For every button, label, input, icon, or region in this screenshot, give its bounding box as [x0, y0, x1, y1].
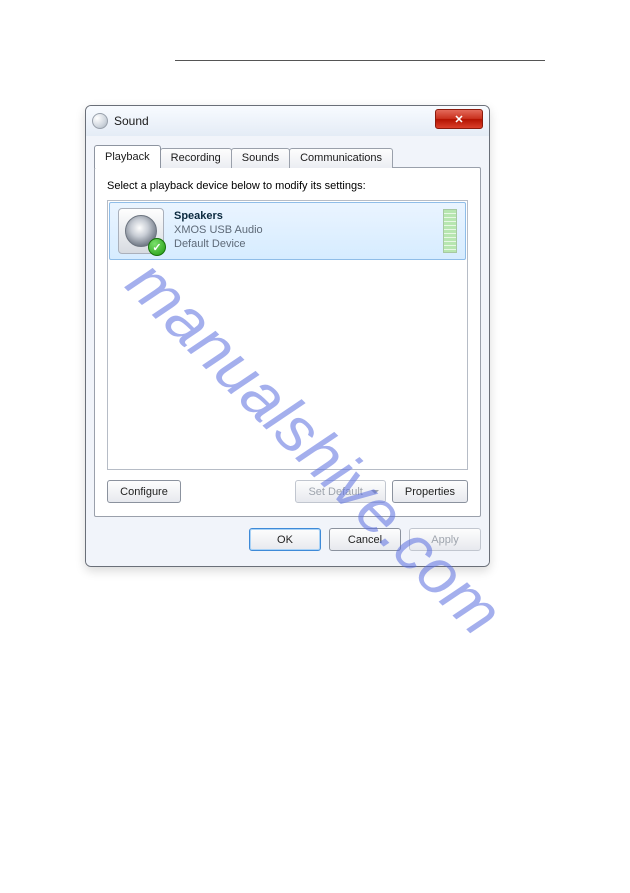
dialog-title: Sound	[114, 114, 149, 128]
panel-buttons-right: Set Default Properties	[295, 480, 468, 503]
cancel-button[interactable]: Cancel	[329, 528, 401, 551]
tab-communications[interactable]: Communications	[289, 148, 393, 168]
apply-button[interactable]: Apply	[409, 528, 481, 551]
tab-playback[interactable]: Playback	[94, 145, 161, 168]
titlebar: Sound ✕	[86, 106, 489, 136]
tab-recording[interactable]: Recording	[160, 148, 232, 168]
set-default-button[interactable]: Set Default	[295, 480, 385, 503]
instruction-text: Select a playback device below to modify…	[107, 180, 468, 192]
tab-sounds[interactable]: Sounds	[231, 148, 290, 168]
device-text: Speakers XMOS USB Audio Default Device	[174, 210, 435, 251]
default-check-icon: ✓	[148, 238, 166, 256]
playback-panel: Select a playback device below to modify…	[94, 167, 481, 517]
device-list: ✓ Speakers XMOS USB Audio Default Device	[107, 200, 468, 470]
ok-button[interactable]: OK	[249, 528, 321, 551]
device-item-speakers[interactable]: ✓ Speakers XMOS USB Audio Default Device	[109, 202, 466, 260]
level-meter	[443, 209, 457, 253]
sound-icon	[92, 113, 108, 129]
dialog-button-row: OK Cancel Apply	[94, 528, 481, 551]
sound-dialog: Sound ✕ Playback Recording Sounds Commun…	[85, 105, 490, 567]
configure-button[interactable]: Configure	[107, 480, 181, 503]
device-name: Speakers	[174, 210, 435, 224]
device-status: Default Device	[174, 238, 435, 252]
panel-button-row: Configure Set Default Properties	[107, 480, 468, 503]
device-driver: XMOS USB Audio	[174, 224, 435, 238]
dialog-body: Playback Recording Sounds Communications…	[86, 136, 489, 566]
header-rule	[175, 60, 545, 61]
tab-strip: Playback Recording Sounds Communications	[94, 144, 481, 168]
close-button[interactable]: ✕	[435, 109, 483, 129]
speaker-icon: ✓	[118, 208, 164, 254]
close-icon: ✕	[454, 113, 463, 126]
properties-button[interactable]: Properties	[392, 480, 468, 503]
